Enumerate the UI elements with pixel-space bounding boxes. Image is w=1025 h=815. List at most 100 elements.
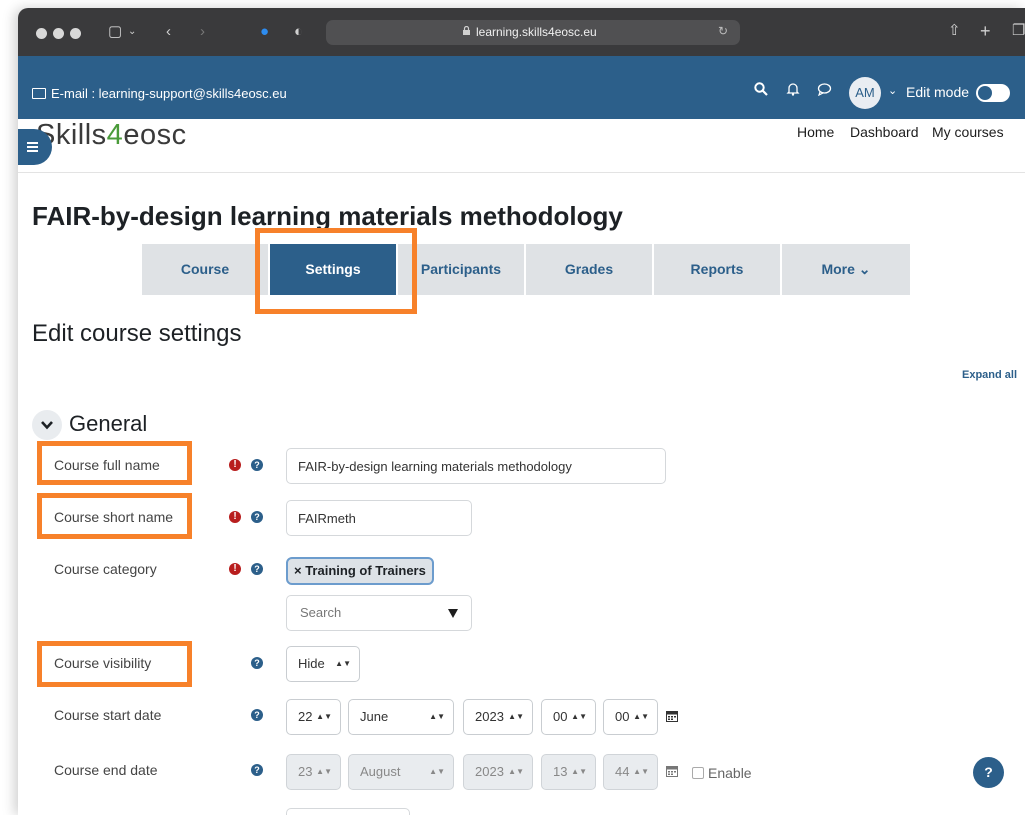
help-icon[interactable]: ?: [251, 563, 263, 575]
url-text: learning.skills4eosc.eu: [476, 25, 597, 39]
zoom-window-dot[interactable]: [70, 28, 81, 39]
start-day-select[interactable]: 22 ▲▼: [286, 699, 341, 735]
select-value: 23: [298, 764, 313, 779]
back-icon[interactable]: ‹: [166, 24, 171, 40]
course-short-name-input[interactable]: [286, 500, 472, 536]
edit-mode-toggle[interactable]: [976, 84, 1010, 102]
help-icon[interactable]: ?: [251, 459, 263, 471]
collapse-general-button[interactable]: [32, 410, 62, 440]
highlight-short-name: [37, 493, 192, 539]
select-arrows-icon: ▲▼: [508, 767, 524, 776]
close-window-dot[interactable]: [36, 28, 47, 39]
shield-icon[interactable]: ◐: [294, 24, 303, 40]
new-tab-icon[interactable]: +: [980, 22, 991, 40]
nav-my-courses[interactable]: My courses: [932, 124, 1004, 140]
select-arrows-icon: ▲▼: [316, 767, 332, 776]
toggle-knob: [978, 86, 992, 100]
tab-course[interactable]: Course: [142, 244, 268, 295]
help-icon[interactable]: ?: [251, 657, 263, 669]
select-value: 2023: [475, 709, 504, 724]
sidebar-toggle-icon[interactable]: ▢: [108, 24, 122, 40]
enable-label: Enable: [708, 765, 752, 781]
help-icon[interactable]: ?: [251, 511, 263, 523]
user-avatar[interactable]: AM: [849, 77, 881, 109]
tab-grades[interactable]: Grades: [526, 244, 652, 295]
expand-all-link[interactable]: Expand all: [962, 369, 1017, 381]
start-minute-select[interactable]: 00 ▲▼: [603, 699, 658, 735]
start-hour-select[interactable]: 00 ▲▼: [541, 699, 596, 735]
category-search-box[interactable]: [286, 595, 472, 631]
select-value: 2023: [475, 764, 504, 779]
help-floating-button[interactable]: ?: [973, 757, 1004, 788]
top-navbar: E-mail : learning-support@skills4eosc.eu…: [18, 56, 1025, 119]
select-arrows-icon: ▲▼: [316, 712, 332, 721]
select-value: 00: [553, 709, 568, 724]
tab-reports[interactable]: Reports: [654, 244, 780, 295]
logo-text-eosc: eosc: [123, 119, 187, 151]
reload-icon[interactable]: ↻: [718, 24, 728, 38]
category-chip[interactable]: × Training of Trainers: [286, 557, 434, 585]
course-index-drawer-button[interactable]: [18, 129, 52, 165]
select-value: 00: [615, 709, 630, 724]
course-start-date-label: Course start date: [54, 707, 162, 723]
category-search-input[interactable]: [298, 604, 442, 621]
select-value: June: [360, 709, 389, 724]
messages-icon[interactable]: [817, 82, 832, 99]
highlight-settings-tab: [255, 228, 417, 314]
select-value: Hide: [298, 656, 325, 671]
tabs-overview-icon[interactable]: ❐: [1012, 23, 1025, 39]
select-value: August: [360, 764, 401, 779]
nav-home[interactable]: Home: [797, 124, 834, 140]
end-month-select[interactable]: August ▲▼: [348, 754, 454, 790]
address-bar[interactable]: learning.skills4eosc.eu ↻: [326, 20, 740, 45]
dropdown-triangle-icon[interactable]: [448, 609, 458, 618]
next-field-partial[interactable]: [286, 808, 410, 815]
site-logo[interactable]: Skills4eosc: [36, 119, 187, 152]
lock-icon: [463, 26, 470, 35]
required-icon: !: [229, 459, 241, 471]
end-day-select[interactable]: 23 ▲▼: [286, 754, 341, 790]
start-month-select[interactable]: June ▲▼: [348, 699, 454, 735]
required-icon: !: [229, 563, 241, 575]
highlight-visibility: [37, 641, 192, 687]
extension-icon[interactable]: ●: [260, 24, 269, 40]
list-icon: [27, 142, 38, 144]
forward-icon[interactable]: ›: [200, 24, 205, 40]
help-icon[interactable]: ?: [251, 764, 263, 776]
select-value: 13: [553, 764, 568, 779]
minimize-window-dot[interactable]: [53, 28, 64, 39]
edit-mode-label: Edit mode: [906, 84, 970, 100]
course-full-name-input[interactable]: [286, 448, 666, 484]
select-arrows-icon: ▲▼: [571, 712, 587, 721]
calendar-icon[interactable]: [666, 765, 678, 777]
chevron-down-icon[interactable]: ⌄: [128, 24, 136, 40]
calendar-icon[interactable]: [666, 710, 678, 722]
required-icon: !: [229, 511, 241, 523]
section-title: Edit course settings: [32, 320, 242, 347]
nav-dashboard[interactable]: Dashboard: [850, 124, 919, 140]
end-hour-select[interactable]: 13 ▲▼: [541, 754, 596, 790]
select-arrows-icon: ▲▼: [571, 767, 587, 776]
select-arrows-icon: ▲▼: [429, 767, 445, 776]
logo-text-4: 4: [106, 119, 124, 151]
tab-more[interactable]: More ⌄: [782, 244, 910, 295]
help-icon[interactable]: ?: [251, 709, 263, 721]
select-arrows-icon: ▲▼: [633, 712, 649, 721]
checkbox-icon[interactable]: [692, 767, 704, 779]
user-menu-chevron-icon[interactable]: ⌄: [888, 84, 897, 97]
start-year-select[interactable]: 2023 ▲▼: [463, 699, 533, 735]
course-visibility-select[interactable]: Hide ▲▼: [286, 646, 360, 682]
notifications-bell-icon[interactable]: [786, 82, 800, 99]
site-header: Skills4eosc Home Dashboard My courses: [18, 119, 1025, 173]
end-minute-select[interactable]: 44 ▲▼: [603, 754, 658, 790]
highlight-full-name: [37, 441, 192, 485]
end-date-enable-checkbox[interactable]: Enable: [692, 765, 752, 781]
support-email[interactable]: E-mail : learning-support@skills4eosc.eu: [32, 86, 287, 101]
support-email-text: E-mail : learning-support@skills4eosc.eu: [51, 86, 287, 101]
share-icon[interactable]: ⇧: [948, 23, 961, 39]
envelope-icon: [32, 88, 46, 99]
search-icon[interactable]: [754, 82, 768, 99]
end-year-select[interactable]: 2023 ▲▼: [463, 754, 533, 790]
course-end-date-label: Course end date: [54, 762, 158, 778]
general-section-heading: General: [69, 411, 148, 436]
